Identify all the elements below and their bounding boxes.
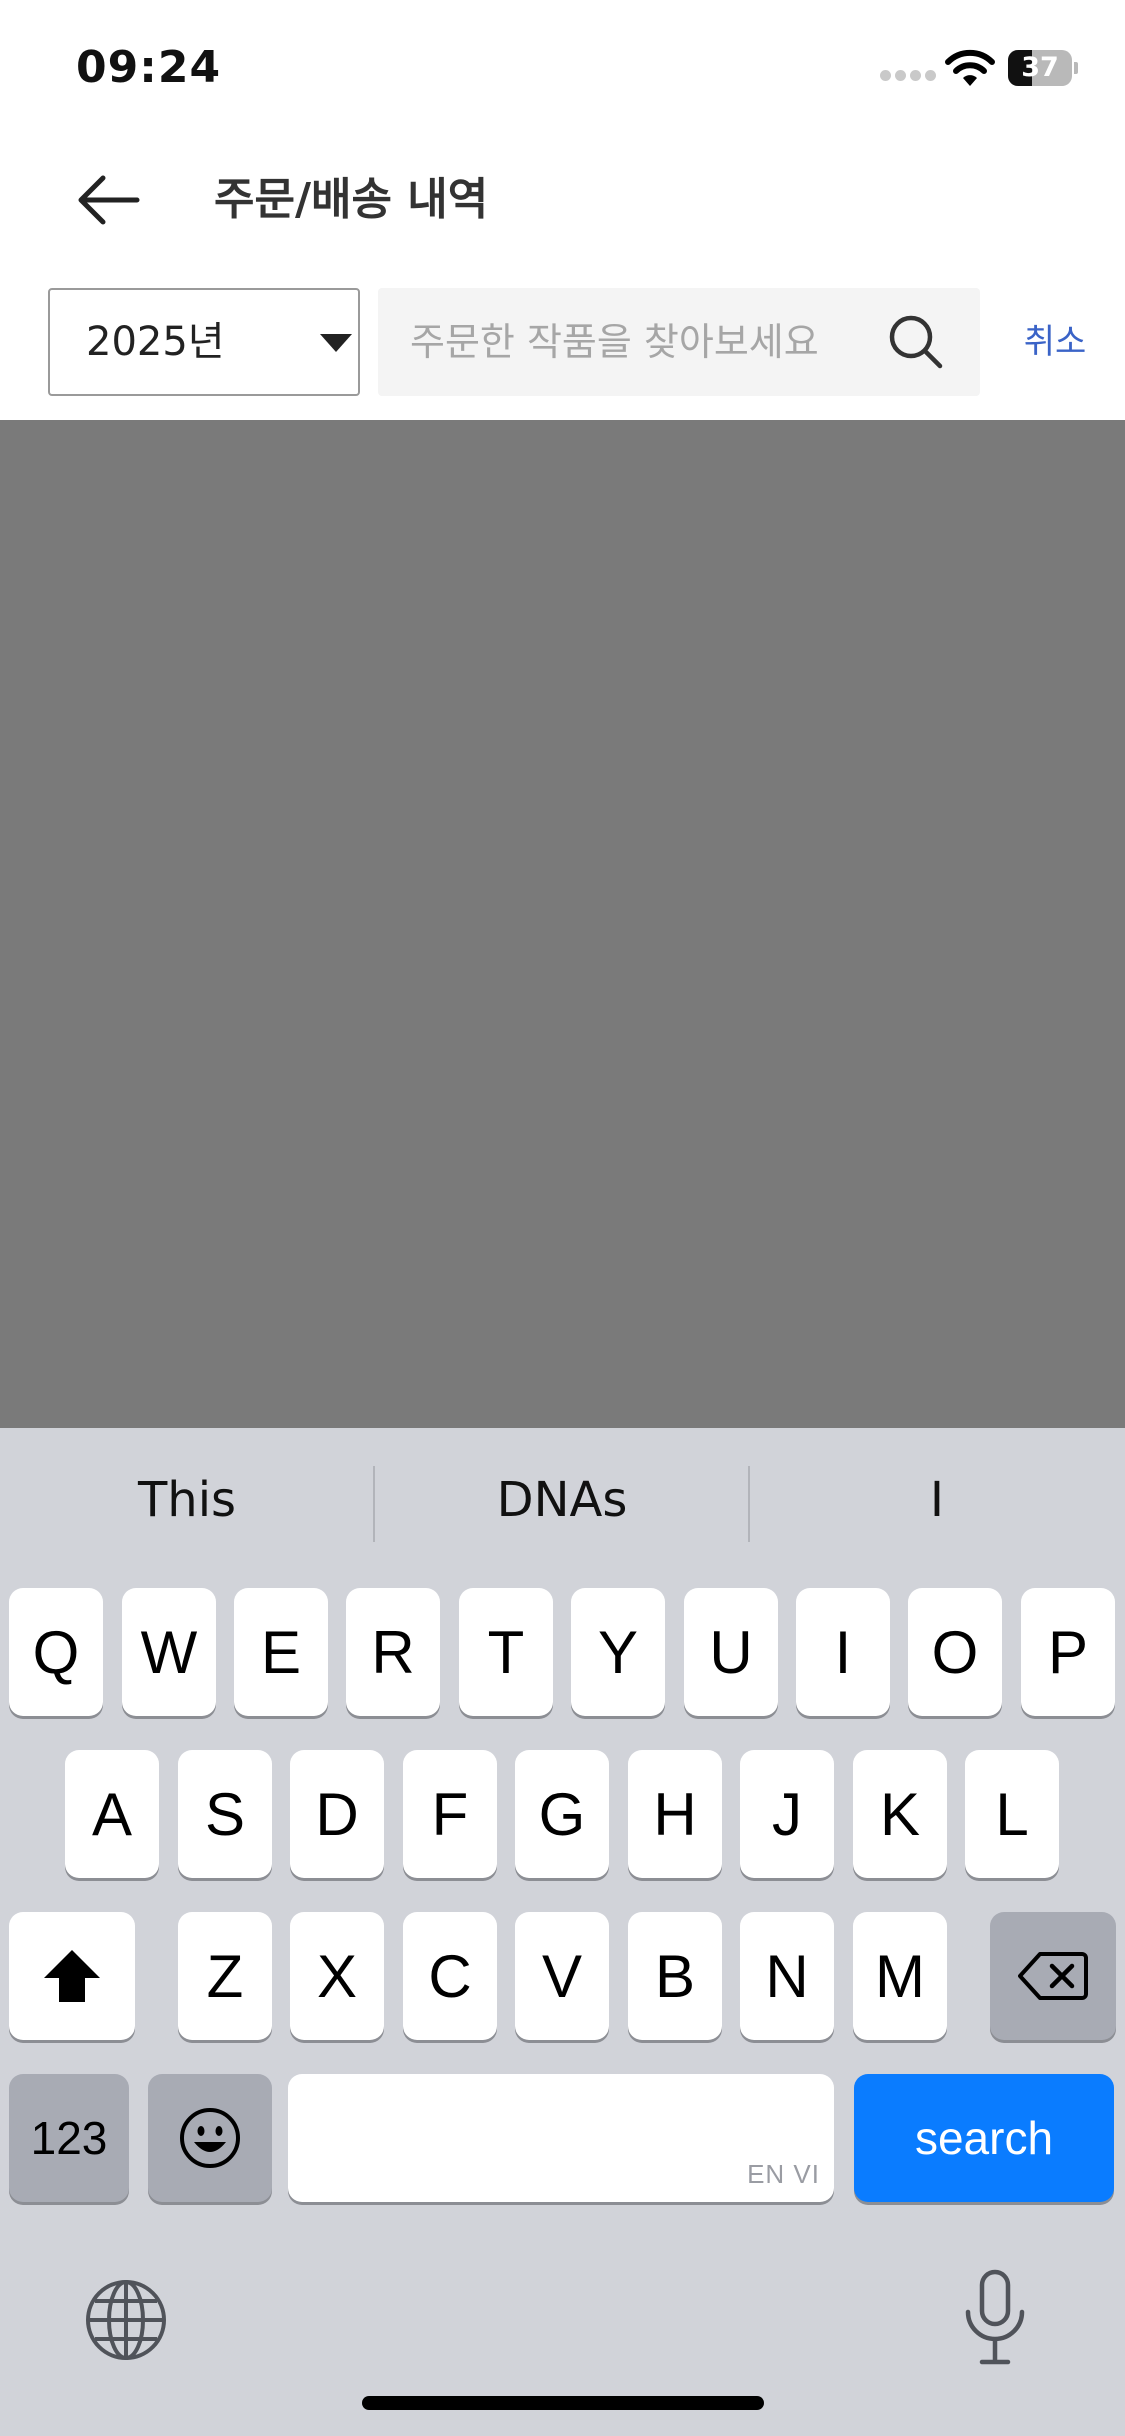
key-f[interactable]: F xyxy=(403,1750,497,1878)
key-h[interactable]: H xyxy=(628,1750,722,1878)
key-v[interactable]: V xyxy=(515,1912,609,2040)
caret-down-icon xyxy=(320,334,352,352)
key-u[interactable]: U xyxy=(684,1588,778,1716)
microphone-icon[interactable] xyxy=(960,2268,1030,2368)
suggestion-1[interactable]: This xyxy=(2,1450,372,1550)
year-select-value: 2025년 xyxy=(86,319,225,365)
key-o[interactable]: O xyxy=(908,1588,1002,1716)
search-box xyxy=(378,288,980,396)
page-title: 주문/배송 내역 xyxy=(214,174,489,225)
key-s[interactable]: S xyxy=(178,1750,272,1878)
shift-icon xyxy=(44,1950,100,2002)
emoji-icon xyxy=(180,2108,240,2168)
space-key[interactable]: EN VI xyxy=(288,2074,834,2202)
key-z[interactable]: Z xyxy=(178,1912,272,2040)
status-bar: 09:24 37 xyxy=(0,0,1125,140)
key-x[interactable]: X xyxy=(290,1912,384,2040)
key-m[interactable]: M xyxy=(853,1912,947,2040)
header: 주문/배송 내역 xyxy=(0,140,1125,260)
delete-key[interactable] xyxy=(990,1912,1116,2040)
keyboard: This DNAs I Q W E R T Y U I O P A S D F … xyxy=(0,1428,1125,2436)
key-y[interactable]: Y xyxy=(571,1588,665,1716)
back-button[interactable] xyxy=(60,160,156,240)
year-select[interactable]: 2025년 xyxy=(48,288,360,396)
key-i[interactable]: I xyxy=(796,1588,890,1716)
battery-level: 37 xyxy=(1021,52,1059,83)
key-t[interactable]: T xyxy=(459,1588,553,1716)
status-time: 09:24 xyxy=(76,42,222,93)
numbers-key[interactable]: 123 xyxy=(9,2074,129,2202)
key-a[interactable]: A xyxy=(65,1750,159,1878)
delete-icon xyxy=(1018,1952,1088,2000)
search-key[interactable]: search xyxy=(854,2074,1114,2202)
shift-key[interactable] xyxy=(9,1912,135,2040)
dim-overlay[interactable] xyxy=(0,420,1125,1428)
suggestion-2[interactable]: DNAs xyxy=(377,1450,747,1550)
key-w[interactable]: W xyxy=(122,1588,216,1716)
key-q[interactable]: Q xyxy=(9,1588,103,1716)
search-input[interactable] xyxy=(410,288,880,396)
search-row: 2025년 취소 xyxy=(0,260,1125,420)
suggestion-3[interactable]: I xyxy=(752,1450,1122,1550)
globe-icon[interactable] xyxy=(82,2276,170,2364)
home-indicator xyxy=(362,2396,764,2410)
wifi-icon xyxy=(945,49,995,86)
space-key-languages: EN VI xyxy=(747,2159,820,2189)
suggestion-divider xyxy=(373,1466,375,1542)
battery-icon: 37 xyxy=(1008,50,1078,86)
key-d[interactable]: D xyxy=(290,1750,384,1878)
cancel-button[interactable]: 취소 xyxy=(1000,288,1110,396)
key-p[interactable]: P xyxy=(1021,1588,1115,1716)
key-c[interactable]: C xyxy=(403,1912,497,2040)
key-g[interactable]: G xyxy=(515,1750,609,1878)
key-j[interactable]: J xyxy=(740,1750,834,1878)
key-n[interactable]: N xyxy=(740,1912,834,2040)
key-r[interactable]: R xyxy=(346,1588,440,1716)
key-k[interactable]: K xyxy=(853,1750,947,1878)
search-icon[interactable] xyxy=(884,310,948,374)
key-b[interactable]: B xyxy=(628,1912,722,2040)
emoji-key[interactable] xyxy=(148,2074,272,2202)
suggestion-divider xyxy=(748,1466,750,1542)
key-e[interactable]: E xyxy=(234,1588,328,1716)
cellular-signal-icon xyxy=(880,70,936,84)
key-l[interactable]: L xyxy=(965,1750,1059,1878)
arrow-left-icon xyxy=(78,175,140,225)
